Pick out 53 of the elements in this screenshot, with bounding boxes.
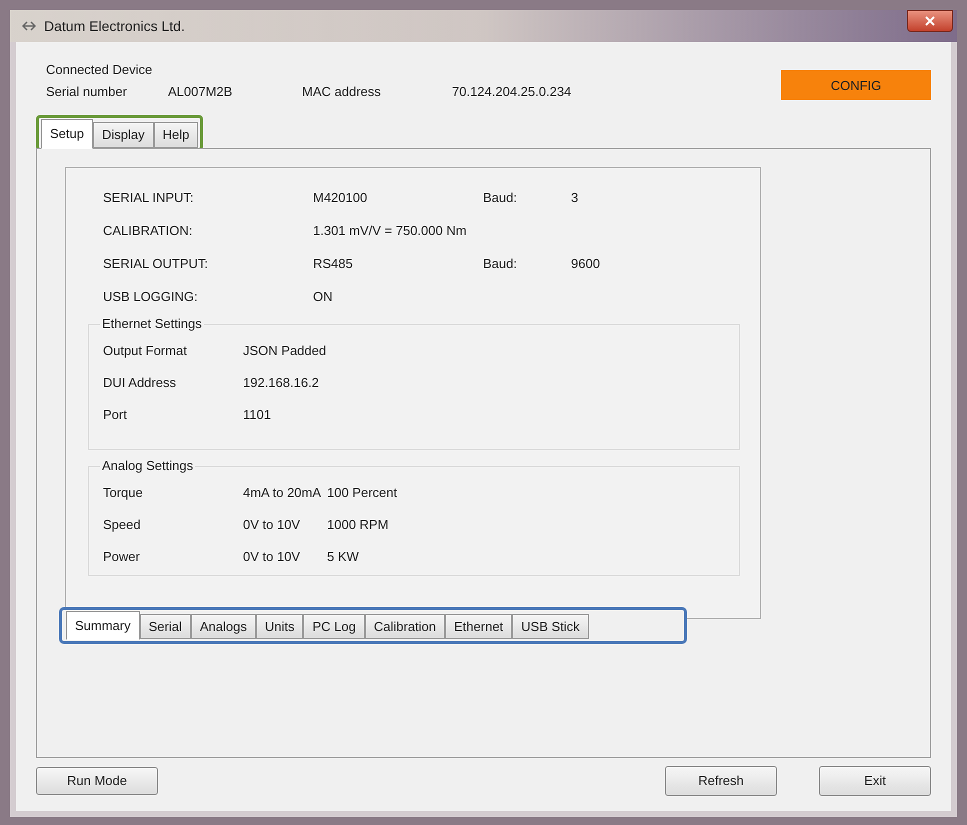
tab[interactable]: Display (92, 122, 154, 148)
tab[interactable]: Help (154, 122, 198, 148)
group-title: Ethernet Settings (100, 316, 204, 332)
field-label: MAC address (302, 82, 382, 100)
field-value: 9600 (571, 255, 600, 274)
field-label: Power (103, 548, 141, 566)
tab[interactable]: PC Log (303, 614, 365, 639)
field-value: JSON Padded (243, 342, 326, 360)
field-value: 1.301 mV/V = 750.000 Nm (313, 222, 468, 240)
field-label: Serial number (46, 82, 128, 100)
close-button[interactable] (907, 10, 953, 32)
field-label: Baud: (483, 255, 518, 274)
field-value: M420100 (313, 189, 368, 208)
tab[interactable]: USB Stick (512, 614, 589, 639)
tab[interactable]: Analogs (190, 614, 256, 639)
field-value: RS485 (313, 255, 354, 274)
tab[interactable]: Setup (41, 119, 93, 148)
field-value: AL007M2B (168, 82, 234, 100)
app-icon (22, 21, 36, 31)
field-label: SERIAL OUTPUT: (103, 255, 209, 274)
field-value: 192.168.16.2 (243, 374, 319, 392)
field-label: USB LOGGING: (103, 288, 199, 306)
tab[interactable]: Serial (140, 614, 191, 639)
tab[interactable]: Calibration (364, 614, 446, 639)
mode-badge: CONFIG (781, 70, 931, 100)
tab[interactable]: Ethernet (445, 614, 512, 639)
field-label: Torque (103, 484, 144, 502)
window-title: Datum Electronics Ltd. (44, 16, 185, 36)
close-icon (925, 16, 935, 26)
field-value: 1101 (243, 406, 271, 424)
exit-button[interactable]: Exit (819, 766, 931, 796)
field-value: 5 KW (327, 548, 359, 566)
field-label: SERIAL INPUT: (103, 189, 195, 208)
field-value: 0V to 10V (243, 548, 302, 566)
field-value: 3 (571, 189, 578, 208)
refresh-button[interactable]: Refresh (665, 766, 777, 796)
field-value: 0V to 10V (243, 516, 302, 534)
tab[interactable]: Summary (66, 610, 140, 640)
field-value: 1000 RPM (327, 516, 388, 534)
field-label: CALIBRATION: (103, 222, 194, 240)
field-label: Port (103, 406, 128, 424)
field-label: Baud: (483, 189, 518, 208)
run-mode-button[interactable]: Run Mode (36, 766, 158, 794)
field-value: 100 Percent (327, 484, 398, 502)
section-label: Connected Device (46, 61, 154, 79)
group-title: Analog Settings (100, 458, 196, 474)
tab[interactable]: Units (256, 614, 304, 639)
field-value: 4mA to 20mA (243, 484, 322, 502)
field-label: Speed (103, 516, 142, 534)
field-value: ON (313, 288, 334, 306)
field-value: 70.124.204.25.0.234 (452, 82, 572, 100)
field-label: Output Format (103, 342, 188, 360)
field-label: DUI Address (103, 374, 177, 392)
